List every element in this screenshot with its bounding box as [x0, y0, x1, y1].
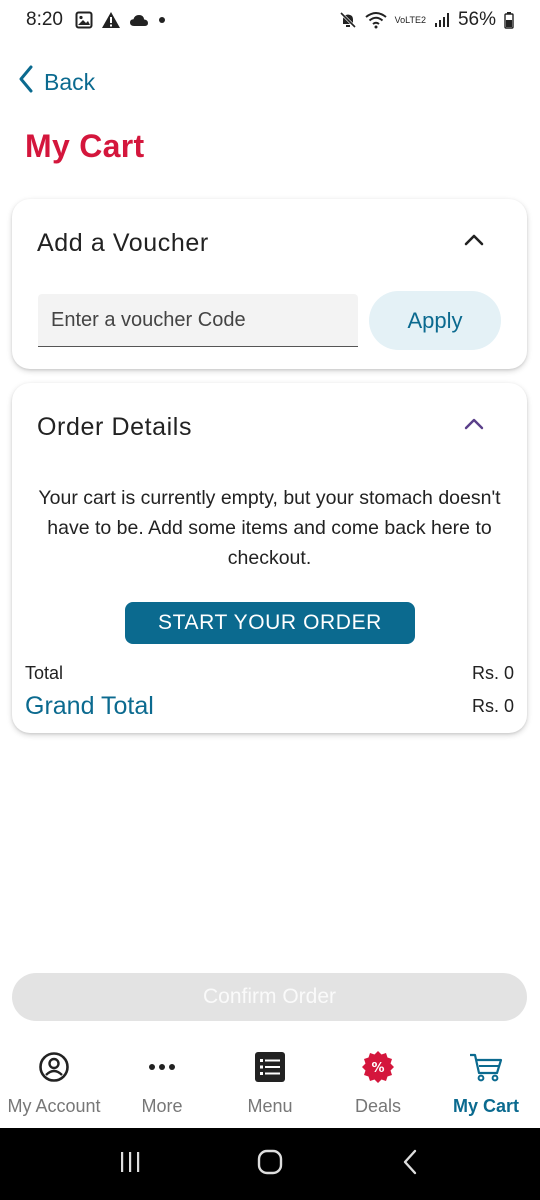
nav-my-account[interactable]: My Account — [0, 1040, 108, 1128]
nav-menu[interactable]: Menu — [216, 1040, 324, 1128]
more-dots-icon — [142, 1050, 182, 1084]
nav-my-cart[interactable]: My Cart — [432, 1040, 540, 1128]
nav-deals[interactable]: % Deals — [324, 1040, 432, 1128]
voucher-title: Add a Voucher — [37, 229, 209, 257]
network-text: VoLTE2 — [394, 14, 426, 25]
confirm-order-button[interactable]: Confirm Order — [12, 973, 527, 1021]
warning-icon — [101, 11, 121, 29]
nav-label: My Cart — [452, 1096, 519, 1116]
bottom-nav: My Account More Menu % Deals My Cart — [0, 1040, 540, 1128]
account-icon — [34, 1050, 74, 1084]
grand-total-label: Grand Total — [25, 692, 154, 720]
recent-apps-icon — [118, 1150, 142, 1179]
svg-text:%: % — [371, 1061, 384, 1076]
voucher-code-input[interactable] — [38, 294, 358, 347]
grand-total-value: Rs. 0 — [471, 696, 514, 716]
voucher-collapse-toggle[interactable] — [461, 229, 487, 255]
mute-icon — [339, 11, 357, 29]
total-value: Rs. 0 — [471, 663, 514, 683]
network-label: VoLTE2 — [394, 14, 426, 25]
deals-percent-icon: % — [358, 1050, 398, 1084]
order-details-card: Order Details Your cart is currently emp… — [12, 383, 527, 733]
status-bar: 8:20 VoLTE2 56% — [0, 0, 540, 40]
page-title: My Cart — [25, 128, 145, 164]
total-label: Total — [25, 663, 64, 683]
nav-label: Menu — [247, 1096, 293, 1116]
status-time: 8:20 — [26, 9, 63, 30]
gallery-icon — [75, 11, 93, 29]
wifi-icon — [364, 11, 387, 29]
cart-icon — [466, 1050, 506, 1084]
nav-label: My Account — [7, 1096, 101, 1116]
status-right: VoLTE2 56% — [339, 9, 514, 31]
order-details-title: Order Details — [37, 413, 193, 441]
system-back-button[interactable] — [390, 1144, 430, 1184]
menu-list-icon — [250, 1050, 290, 1084]
system-nav-bar — [0, 1128, 540, 1200]
chevron-left-icon — [18, 65, 34, 99]
voucher-card: Add a Voucher Apply — [12, 199, 527, 369]
dot-icon — [157, 15, 167, 25]
apply-voucher-button[interactable]: Apply — [369, 291, 501, 350]
signal-icon — [434, 12, 450, 28]
battery-percent: 56% — [457, 9, 496, 30]
nav-label: More — [141, 1096, 183, 1116]
order-details-collapse-toggle[interactable] — [461, 413, 487, 439]
start-order-button[interactable]: START YOUR ORDER — [125, 602, 415, 644]
system-back-icon — [402, 1149, 418, 1180]
cloud-icon — [129, 13, 149, 27]
home-button[interactable] — [250, 1144, 290, 1184]
battery-icon — [504, 11, 514, 29]
nav-more[interactable]: More — [108, 1040, 216, 1128]
empty-cart-message: Your cart is currently empty, but your s… — [38, 487, 501, 569]
chevron-up-icon — [464, 233, 484, 251]
back-button[interactable]: Back — [18, 64, 95, 100]
status-left: 8:20 — [26, 9, 167, 31]
home-icon — [257, 1149, 283, 1180]
back-label: Back — [44, 68, 96, 95]
recent-apps-button[interactable] — [110, 1144, 150, 1184]
chevron-up-icon — [464, 417, 484, 435]
nav-label: Deals — [354, 1096, 402, 1116]
